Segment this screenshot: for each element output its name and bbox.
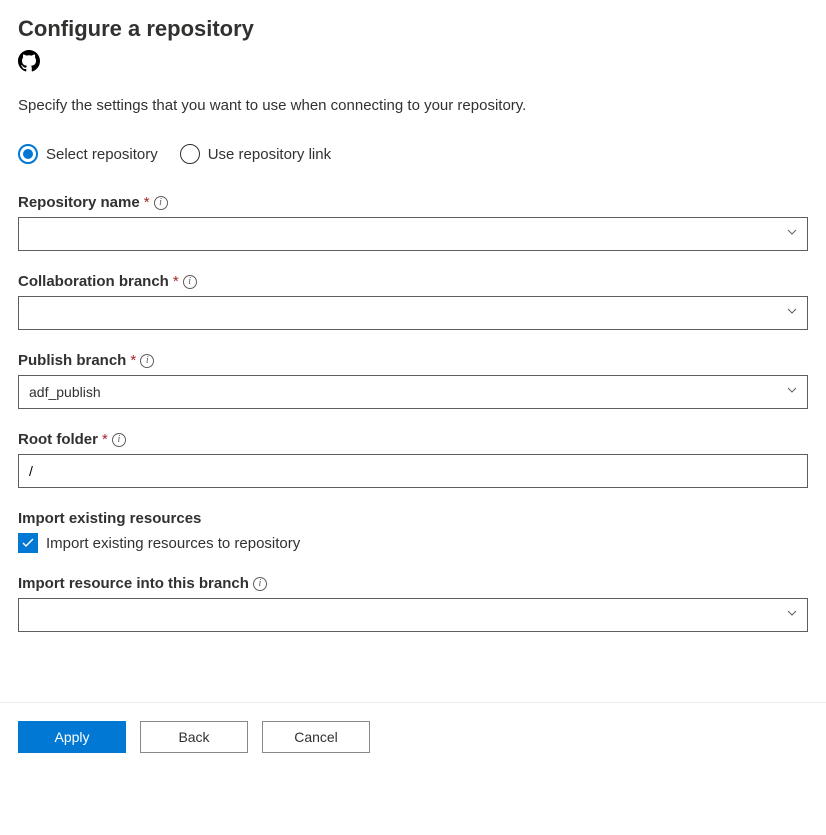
publish-branch-select[interactable]: adf_publish xyxy=(18,375,808,409)
import-branch-field: Import resource into this branch i xyxy=(18,575,808,632)
publish-branch-field: Publish branch * i adf_publish xyxy=(18,352,808,409)
collaboration-branch-select[interactable] xyxy=(18,296,808,330)
radio-label: Use repository link xyxy=(208,146,331,163)
info-icon[interactable]: i xyxy=(154,196,168,210)
required-asterisk: * xyxy=(102,431,108,448)
collaboration-branch-field: Collaboration branch * i xyxy=(18,273,808,330)
info-icon[interactable]: i xyxy=(253,577,267,591)
cancel-button[interactable]: Cancel xyxy=(262,721,370,753)
apply-button[interactable]: Apply xyxy=(18,721,126,753)
field-label: Import existing resources xyxy=(18,510,201,527)
github-icon xyxy=(18,50,808,77)
radio-label: Select repository xyxy=(46,146,158,163)
root-folder-field: Root folder * i xyxy=(18,431,808,488)
select-value: adf_publish xyxy=(29,384,101,400)
required-asterisk: * xyxy=(144,194,150,211)
radio-icon xyxy=(18,144,38,164)
info-icon[interactable]: i xyxy=(112,433,126,447)
footer-divider xyxy=(0,702,826,703)
checkbox-label: Import existing resources to repository xyxy=(46,535,300,552)
repository-name-field: Repository name * i xyxy=(18,194,808,251)
description-text: Specify the settings that you want to us… xyxy=(18,97,808,114)
repo-mode-radio-group: Select repository Use repository link xyxy=(18,144,808,164)
import-branch-select[interactable] xyxy=(18,598,808,632)
field-label: Root folder xyxy=(18,431,98,448)
back-button[interactable]: Back xyxy=(140,721,248,753)
required-asterisk: * xyxy=(130,352,136,369)
field-label: Publish branch xyxy=(18,352,126,369)
info-icon[interactable]: i xyxy=(183,275,197,289)
select-repository-radio[interactable]: Select repository xyxy=(18,144,158,164)
use-repository-link-radio[interactable]: Use repository link xyxy=(180,144,331,164)
required-asterisk: * xyxy=(173,273,179,290)
field-label: Import resource into this branch xyxy=(18,575,249,592)
field-label: Repository name xyxy=(18,194,140,211)
field-label: Collaboration branch xyxy=(18,273,169,290)
import-existing-field: Import existing resources Import existin… xyxy=(18,510,808,553)
repository-name-select[interactable] xyxy=(18,217,808,251)
radio-icon xyxy=(180,144,200,164)
page-title: Configure a repository xyxy=(18,16,808,42)
button-row: Apply Back Cancel xyxy=(18,721,808,753)
root-folder-input[interactable] xyxy=(18,454,808,488)
info-icon[interactable]: i xyxy=(140,354,154,368)
import-existing-checkbox[interactable] xyxy=(18,533,38,553)
